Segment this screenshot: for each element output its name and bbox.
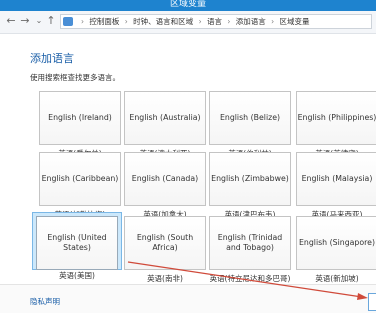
arrow-head bbox=[357, 293, 368, 300]
annotation-arrow-icon bbox=[127, 261, 368, 300]
arrow-line bbox=[127, 261, 363, 298]
